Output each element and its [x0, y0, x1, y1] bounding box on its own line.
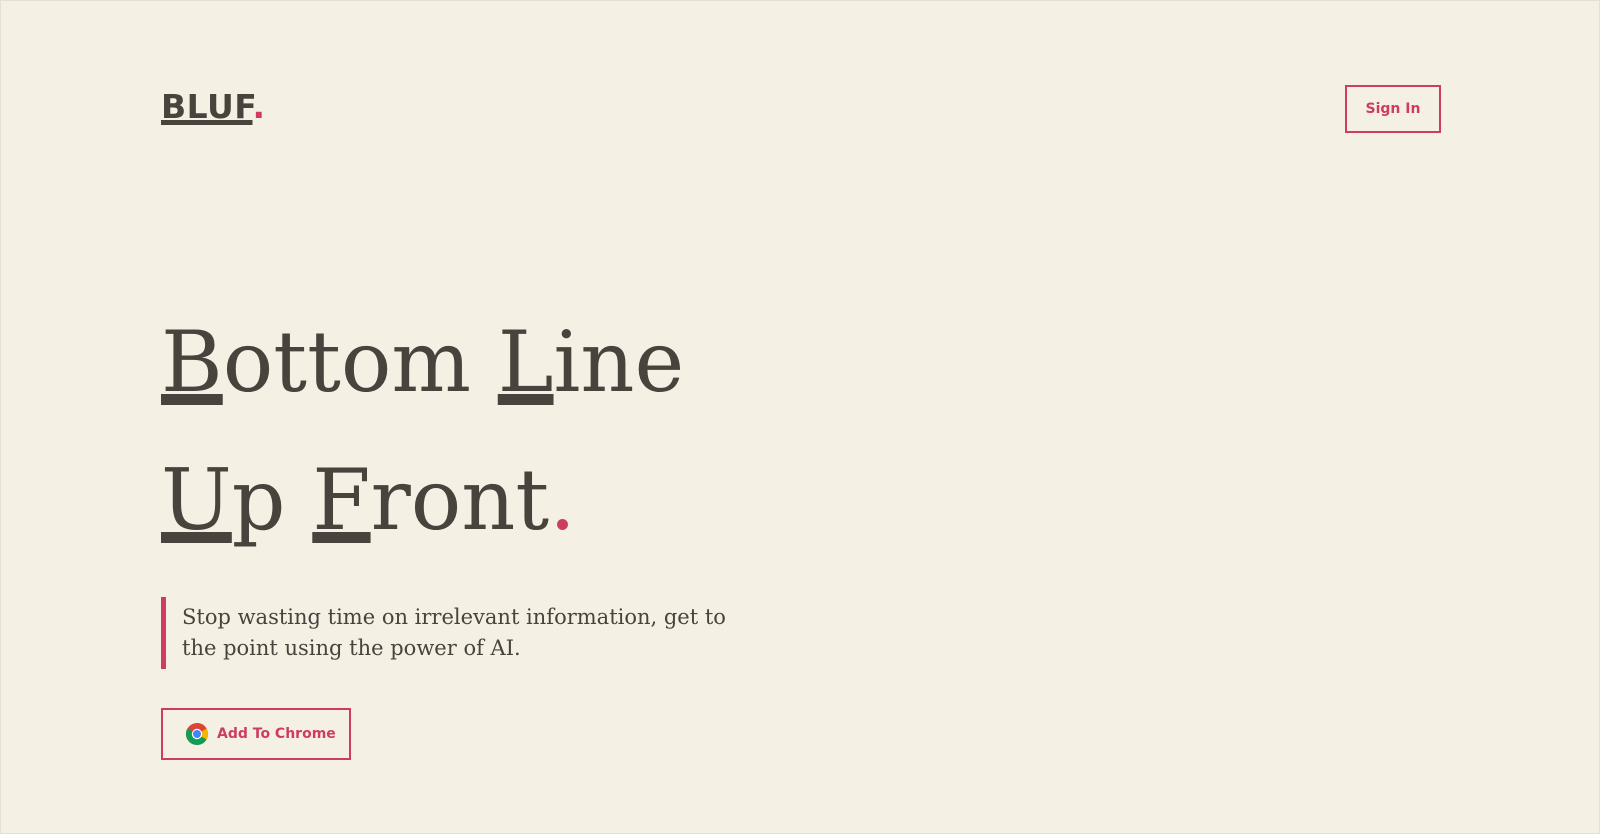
headline-initial: B	[161, 313, 223, 411]
hero-headline: Bottom Line Up Front.	[161, 293, 684, 569]
headline-word-rest: ront	[370, 451, 550, 549]
chrome-icon	[185, 723, 209, 746]
brand-logo[interactable]: BLUF.	[161, 85, 266, 129]
headline-word-rest: ottom	[222, 313, 498, 411]
sign-in-button[interactable]: Sign In	[1345, 85, 1441, 133]
add-to-chrome-button[interactable]: Add To Chrome	[161, 708, 351, 760]
headline-dot: .	[549, 451, 576, 549]
logo-dot: .	[252, 87, 266, 126]
headline-initial: U	[161, 451, 232, 549]
headline-initial: L	[497, 313, 554, 411]
headline-line-2: Up Front.	[161, 431, 684, 569]
headline-word-rest: ine	[553, 313, 685, 411]
add-to-chrome-label: Add To Chrome	[217, 726, 336, 742]
headline-initial: F	[312, 451, 371, 549]
headline-word-rest: p	[231, 451, 313, 549]
logo-text: BLUF	[161, 87, 253, 126]
headline-line-1: Bottom Line	[161, 293, 684, 431]
hero-tagline: Stop wasting time on irrelevant informat…	[161, 597, 731, 669]
